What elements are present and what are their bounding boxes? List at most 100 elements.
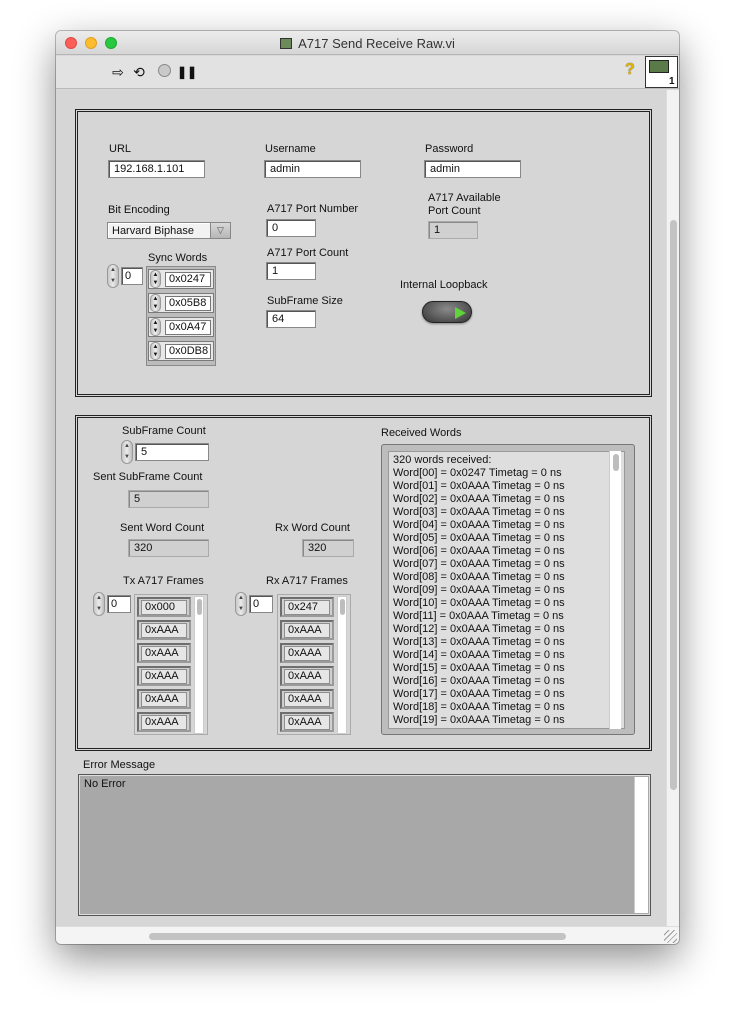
rx-frame-3: 0xAAA [280, 666, 334, 686]
run-arrow-icon[interactable]: ⇨ [110, 64, 126, 80]
run-continuous-icon[interactable]: ⟲ [131, 64, 147, 80]
window-title-wrap: A717 Send Receive Raw.vi [56, 36, 679, 51]
chevron-down-icon[interactable]: ▽ [210, 223, 230, 238]
received-line: Word[03] = 0x0AAA Timetag = 0 ns [393, 506, 565, 518]
username-input[interactable]: admin [264, 160, 361, 178]
available-ports-label-2: Port Count [428, 205, 481, 217]
tx-frame-4: 0xAAA [137, 689, 191, 709]
sync-word-2-spinner[interactable]: ▲ ▼ [150, 318, 161, 336]
window-resize-handle[interactable] [664, 930, 677, 943]
received-line: Word[06] = 0x0AAA Timetag = 0 ns [393, 545, 565, 557]
subframe-count-spinner[interactable]: ▲ ▼ [121, 440, 133, 464]
sync-word-2-value[interactable]: 0x0A47 [165, 320, 211, 335]
vi-file-icon [280, 38, 293, 49]
sync-word-0[interactable]: ▲ ▼ 0x0247 [148, 269, 214, 289]
rx-frames-label: Rx A717 Frames [266, 575, 348, 587]
available-ports-indicator: 1 [428, 221, 478, 239]
username-label: Username [265, 143, 316, 155]
horizontal-scrollbar[interactable] [56, 926, 679, 944]
received-words-label: Received Words [381, 427, 462, 439]
rx-frames-index-spinner[interactable]: ▲ ▼ [235, 592, 247, 616]
connector-pane-icon[interactable]: 1 [645, 56, 678, 88]
rx-frames-index[interactable]: 0 [249, 595, 273, 613]
port-count-input[interactable]: 1 [266, 262, 316, 280]
bit-encoding-label: Bit Encoding [108, 204, 170, 216]
tx-frame-3-value: 0xAAA [141, 669, 187, 684]
rx-frame-5-value: 0xAAA [284, 715, 330, 730]
rx-frames-scrollbar[interactable] [337, 596, 347, 734]
received-line: Word[16] = 0x0AAA Timetag = 0 ns [393, 675, 565, 687]
tx-frames-scrollbar[interactable] [194, 596, 204, 734]
error-message-text[interactable]: No Error [84, 778, 126, 791]
vertical-scrollbar[interactable] [666, 90, 679, 926]
received-line: Word[13] = 0x0AAA Timetag = 0 ns [393, 636, 565, 648]
password-input[interactable]: admin [424, 160, 521, 178]
connector-number: 1 [669, 76, 675, 87]
tx-frames-label: Tx A717 Frames [123, 575, 204, 587]
received-line: Word[04] = 0x0AAA Timetag = 0 ns [393, 519, 565, 531]
sync-word-0-value[interactable]: 0x0247 [165, 272, 211, 287]
sync-word-1-value[interactable]: 0x05B8 [165, 296, 211, 311]
internal-loopback-led[interactable] [422, 301, 472, 323]
sync-words-label: Sync Words [148, 252, 208, 264]
received-line: Word[08] = 0x0AAA Timetag = 0 ns [393, 571, 565, 583]
received-line: Word[17] = 0x0AAA Timetag = 0 ns [393, 688, 565, 700]
title-bar: A717 Send Receive Raw.vi [56, 31, 679, 55]
received-words-display: 320 words received: Word[00] = 0x0247 Ti… [381, 444, 635, 735]
subframe-count-label: SubFrame Count [122, 425, 206, 437]
tx-frame-5: 0xAAA [137, 712, 191, 732]
tx-frame-1-value: 0xAAA [141, 623, 187, 638]
help-icon[interactable]: ? [625, 61, 635, 79]
received-line: 320 words received: [393, 454, 492, 466]
sync-word-2[interactable]: ▲ ▼ 0x0A47 [148, 317, 214, 337]
received-words-scroll-thumb[interactable] [613, 454, 619, 471]
tx-frames-index-spinner[interactable]: ▲ ▼ [93, 592, 105, 616]
tx-frames-index[interactable]: 0 [107, 595, 131, 613]
vertical-scroll-thumb[interactable] [670, 220, 677, 790]
error-message-scrollbar[interactable] [634, 777, 648, 913]
tx-frame-2: 0xAAA [137, 643, 191, 663]
tx-frame-0: 0x000 [137, 597, 191, 617]
received-words-scrollbar[interactable] [609, 451, 621, 729]
horizontal-scroll-thumb[interactable] [149, 933, 566, 940]
tx-frame-4-value: 0xAAA [141, 692, 187, 707]
sync-words-index-spinner[interactable]: ▲ ▼ [107, 264, 119, 288]
sent-subframe-count-indicator: 5 [128, 490, 209, 508]
sync-word-3[interactable]: ▲ ▼ 0x0DB8 [148, 341, 214, 361]
sync-word-1[interactable]: ▲ ▼ 0x05B8 [148, 293, 214, 313]
subframe-count-input[interactable]: 5 [135, 443, 209, 461]
subframe-size-input[interactable]: 64 [266, 310, 316, 328]
bit-encoding-value: Harvard Biphase [112, 225, 194, 237]
received-line: Word[15] = 0x0AAA Timetag = 0 ns [393, 662, 565, 674]
sync-word-3-spinner[interactable]: ▲ ▼ [150, 342, 161, 360]
sync-word-0-spinner[interactable]: ▲ ▼ [150, 270, 161, 288]
received-line: Word[11] = 0x0AAA Timetag = 0 ns [393, 610, 564, 622]
rx-frame-5: 0xAAA [280, 712, 334, 732]
sync-word-3-value[interactable]: 0x0DB8 [165, 344, 211, 359]
received-line: Word[00] = 0x0247 Timetag = 0 ns [393, 467, 562, 479]
received-words-text[interactable]: 320 words received: Word[00] = 0x0247 Ti… [388, 451, 625, 729]
tx-frames-scroll-thumb[interactable] [197, 599, 202, 615]
url-label: URL [109, 143, 132, 155]
received-line: Word[10] = 0x0AAA Timetag = 0 ns [393, 597, 565, 609]
rx-frame-1-value: 0xAAA [284, 623, 330, 638]
received-line: Word[09] = 0x0AAA Timetag = 0 ns [393, 584, 565, 596]
url-input[interactable]: 192.168.1.101 [108, 160, 205, 178]
rx-frame-2-value: 0xAAA [284, 646, 330, 661]
rx-frame-3-value: 0xAAA [284, 669, 330, 684]
tx-frame-3: 0xAAA [137, 666, 191, 686]
rx-word-count-indicator: 320 [302, 539, 354, 557]
received-line: Word[14] = 0x0AAA Timetag = 0 ns [393, 649, 565, 661]
received-line: Word[18] = 0x0AAA Timetag = 0 ns [393, 701, 565, 713]
pause-icon[interactable]: ❚❚ [177, 64, 197, 80]
rx-frame-0: 0x247 [280, 597, 334, 617]
sync-words-index[interactable]: 0 [121, 267, 143, 285]
rx-frames-scroll-thumb[interactable] [340, 599, 345, 615]
tx-frame-5-value: 0xAAA [141, 715, 187, 730]
subframe-size-label: SubFrame Size [267, 295, 343, 307]
sync-word-1-spinner[interactable]: ▲ ▼ [150, 294, 161, 312]
abort-icon[interactable] [156, 64, 172, 80]
vi-icon-graphic [649, 60, 669, 73]
bit-encoding-ring[interactable]: Harvard Biphase ▽ [107, 222, 231, 239]
port-number-input[interactable]: 0 [266, 219, 316, 237]
